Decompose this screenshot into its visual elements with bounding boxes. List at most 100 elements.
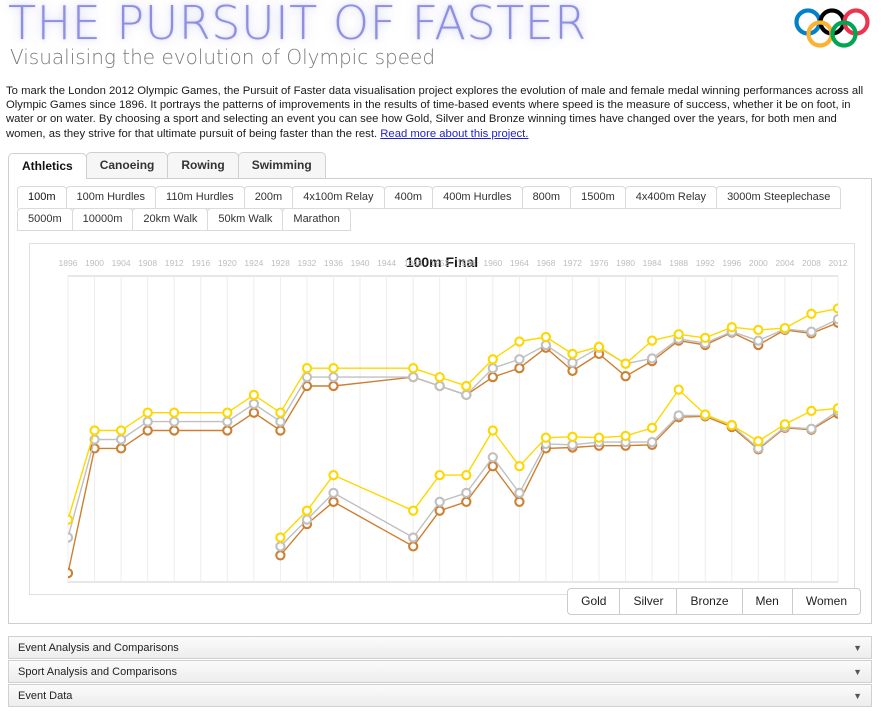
event-tab-4x100m-relay[interactable]: 4x100m Relay [292, 186, 385, 209]
event-tab-20km-walk[interactable]: 20km Walk [132, 208, 209, 231]
data-point-women-gold[interactable] [514, 461, 525, 472]
data-point-men-gold[interactable] [673, 329, 684, 340]
data-point-women-silver[interactable] [408, 532, 419, 543]
data-point-men-gold[interactable] [593, 341, 605, 352]
data-point-women-gold[interactable] [408, 505, 419, 516]
data-point-men-silver[interactable] [115, 434, 127, 445]
data-point-women-silver[interactable] [328, 487, 339, 499]
data-point-men-gold[interactable] [700, 332, 711, 344]
data-point-men-gold[interactable] [487, 354, 498, 365]
data-point-men-bronze[interactable] [514, 363, 525, 374]
data-point-men-gold[interactable] [461, 380, 472, 392]
data-point-women-bronze[interactable] [514, 496, 525, 507]
data-point-men-gold[interactable] [115, 425, 127, 436]
data-point-men-gold[interactable] [248, 389, 260, 401]
data-point-women-gold[interactable] [434, 469, 445, 481]
data-point-men-gold[interactable] [514, 336, 525, 347]
data-point-men-silver[interactable] [275, 416, 286, 427]
sport-tab-swimming[interactable]: Swimming [237, 152, 326, 178]
data-point-women-gold[interactable] [646, 422, 658, 434]
event-tab-200m[interactable]: 200m [243, 186, 294, 209]
data-point-women-silver[interactable] [646, 436, 658, 448]
data-point-men-silver[interactable] [487, 363, 498, 374]
data-point-men-silver[interactable] [514, 354, 525, 365]
data-point-men-gold[interactable] [540, 331, 552, 343]
data-point-men-silver[interactable] [142, 416, 153, 427]
accordion-sport-analysis-and-comparisons[interactable]: Sport Analysis and Comparisons ▼ [8, 660, 872, 683]
legend-button-silver[interactable]: Silver [619, 588, 678, 615]
data-point-women-gold[interactable] [726, 420, 737, 431]
data-point-women-gold[interactable] [540, 432, 552, 443]
event-tab-400m-hurdles[interactable]: 400m Hurdles [432, 186, 523, 209]
accordion-event-data[interactable]: Event Data ▼ [8, 684, 872, 707]
data-point-men-silver[interactable] [222, 416, 233, 427]
event-tab-50km-walk[interactable]: 50km Walk [207, 208, 284, 231]
data-point-men-silver[interactable] [567, 357, 578, 368]
data-point-men-bronze[interactable] [567, 365, 578, 377]
legend-button-women[interactable]: Women [791, 588, 861, 615]
data-point-women-gold[interactable] [779, 419, 791, 430]
data-point-men-gold[interactable] [779, 322, 791, 334]
event-tab-800m[interactable]: 800m [521, 186, 572, 209]
data-point-men-bronze[interactable] [64, 567, 74, 579]
data-point-women-gold[interactable] [753, 436, 764, 447]
data-point-women-silver[interactable] [434, 496, 445, 507]
data-point-men-silver[interactable] [434, 380, 445, 392]
data-point-men-gold[interactable] [567, 348, 578, 360]
event-tab-1500m[interactable]: 1500m [570, 186, 626, 209]
data-point-women-bronze[interactable] [434, 505, 445, 516]
data-point-women-bronze[interactable] [487, 461, 498, 472]
data-point-men-gold[interactable] [222, 407, 233, 418]
data-point-men-gold[interactable] [832, 303, 842, 314]
data-point-men-gold[interactable] [328, 363, 339, 374]
data-point-women-silver[interactable] [673, 410, 684, 421]
data-point-women-silver[interactable] [487, 452, 498, 463]
data-point-women-bronze[interactable] [275, 550, 286, 561]
data-point-women-gold[interactable] [593, 432, 605, 443]
data-point-men-gold[interactable] [753, 324, 764, 336]
data-point-men-gold[interactable] [646, 335, 658, 346]
data-point-men-gold[interactable] [620, 358, 631, 369]
event-tab-110m-hurdles[interactable]: 110m Hurdles [155, 186, 245, 209]
data-point-men-gold[interactable] [89, 425, 100, 436]
data-point-men-silver[interactable] [328, 371, 339, 383]
event-tab-10000m[interactable]: 10000m [71, 208, 134, 231]
data-point-men-silver[interactable] [248, 398, 260, 409]
data-point-men-silver[interactable] [169, 416, 180, 427]
data-point-men-silver[interactable] [806, 326, 817, 337]
data-point-men-bronze[interactable] [620, 371, 631, 382]
data-point-women-silver[interactable] [301, 514, 313, 525]
event-tab-5000m[interactable]: 5000m [17, 208, 73, 231]
data-point-men-gold[interactable] [64, 514, 74, 525]
data-point-men-bronze[interactable] [222, 425, 233, 436]
data-point-women-silver[interactable] [275, 541, 286, 552]
data-point-women-gold[interactable] [328, 469, 339, 481]
data-point-men-silver[interactable] [646, 353, 658, 364]
data-point-women-gold[interactable] [275, 532, 286, 543]
data-point-men-bronze[interactable] [115, 443, 127, 454]
data-point-men-gold[interactable] [142, 407, 153, 418]
data-point-men-bronze[interactable] [142, 425, 153, 436]
legend-button-gold[interactable]: Gold [567, 588, 621, 615]
data-point-men-gold[interactable] [434, 371, 445, 383]
data-point-men-silver[interactable] [753, 335, 764, 346]
legend-button-men[interactable]: Men [741, 588, 793, 615]
data-point-men-gold[interactable] [275, 407, 286, 418]
event-tab-100m-hurdles[interactable]: 100m Hurdles [65, 186, 157, 209]
data-point-men-gold[interactable] [726, 322, 737, 333]
data-point-women-silver[interactable] [806, 423, 817, 434]
data-point-men-silver[interactable] [461, 389, 472, 401]
data-point-men-bronze[interactable] [248, 407, 260, 418]
data-point-men-gold[interactable] [408, 363, 419, 374]
data-point-men-bronze[interactable] [275, 425, 286, 436]
data-point-men-bronze[interactable] [487, 371, 498, 383]
data-point-women-gold[interactable] [567, 431, 578, 442]
data-point-men-gold[interactable] [169, 407, 180, 418]
data-point-women-gold[interactable] [461, 469, 472, 481]
data-point-women-gold[interactable] [487, 425, 498, 436]
sport-tab-athletics[interactable]: Athletics [8, 153, 87, 179]
data-point-women-gold[interactable] [620, 430, 631, 442]
data-point-women-bronze[interactable] [461, 496, 472, 507]
legend-button-bronze[interactable]: Bronze [676, 588, 743, 615]
sport-tab-canoeing[interactable]: Canoeing [85, 152, 169, 178]
